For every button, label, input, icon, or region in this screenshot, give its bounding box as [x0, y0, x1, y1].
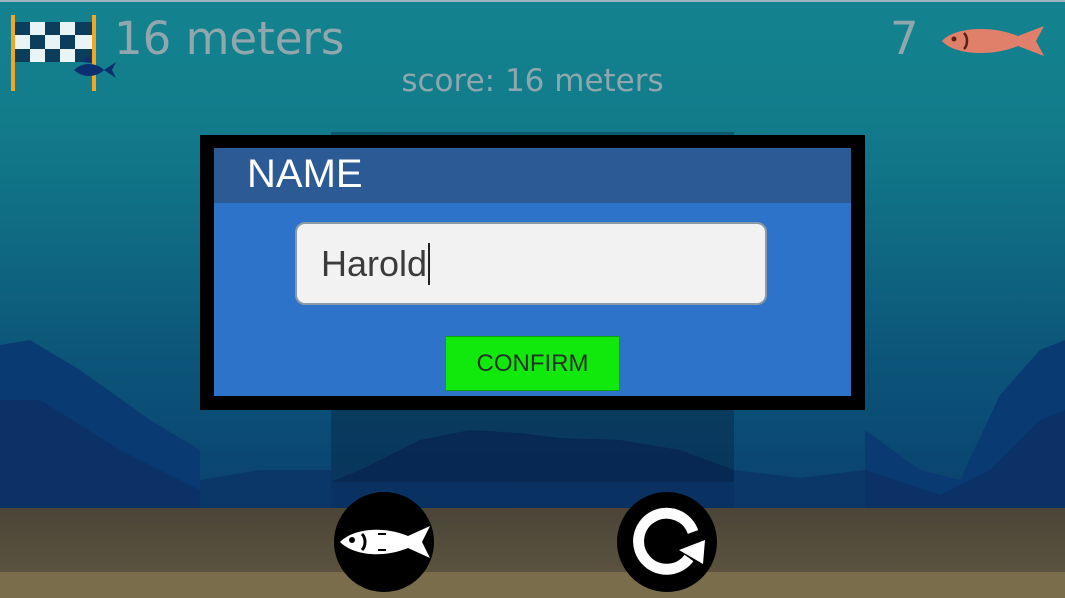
name-input-value: Harold — [321, 242, 428, 284]
ground-base — [0, 572, 1065, 598]
restart-icon — [633, 507, 705, 575]
dialog-title: NAME — [247, 152, 363, 196]
fish-count: 7 — [890, 12, 919, 65]
score-readout: score: 16 meters — [401, 63, 664, 99]
name-dialog: NAME Harold CONFIRM — [200, 135, 865, 410]
text-caret — [428, 242, 431, 285]
name-input[interactable]: Harold — [295, 222, 767, 305]
ground — [0, 508, 1065, 572]
name-dialog-body: NAME Harold CONFIRM — [214, 148, 851, 396]
distance-readout: 16 meters — [114, 12, 345, 65]
name-dialog-header: NAME — [214, 148, 851, 203]
restart-button[interactable] — [617, 492, 717, 592]
confirm-button[interactable]: CONFIRM — [445, 336, 620, 391]
fish-button[interactable] — [334, 492, 434, 592]
fish-icon — [942, 26, 1044, 56]
fish-icon — [340, 526, 430, 558]
